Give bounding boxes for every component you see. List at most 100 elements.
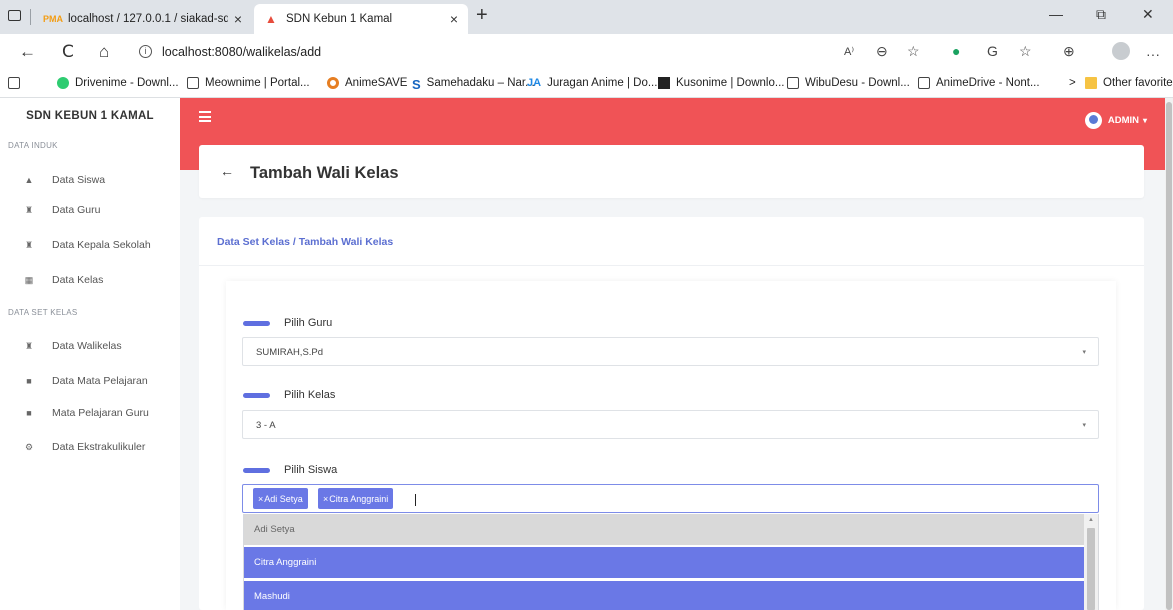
browser-tabbar: PMA localhost / 127.0.0.1 / siakad-sd × … [0,0,1173,34]
window-close-icon[interactable]: ✕ [1142,6,1154,23]
sidebar-item-data-siswa[interactable]: ▲ Data Siswa [22,174,106,186]
s-icon: S [412,77,421,92]
label-pill [243,467,270,473]
book-icon: ■ [26,376,32,386]
bookmark-item[interactable]: Kusonime | Downlo... [658,77,784,89]
sidebar-item-label: Data Kepala Sekolah [52,239,151,251]
tab-title: localhost / 127.0.0.1 / siakad-sd [68,13,228,25]
brand-title[interactable]: SDN KEBUN 1 KAMAL [0,110,180,122]
new-tab-icon[interactable]: + [476,4,488,27]
back-icon[interactable]: ← [19,43,36,61]
bookmark-item[interactable]: S Samehadaku – Nar... [412,77,535,92]
bookmark-label: Kusonime | Downlo... [676,77,785,89]
collections-icon[interactable]: ⊕ [1063,43,1075,60]
bookmark-item[interactable]: WibuDesu - Downl... [787,77,910,89]
zoom-icon[interactable]: ⊖ [876,43,888,60]
bookmarks-bar: Drivenime - Downl... Meownime | Portal..… [0,70,1173,98]
page-scrollbar[interactable] [1165,98,1173,610]
avatar [1084,112,1102,129]
restore-icon[interactable]: ⧉ [1096,6,1106,23]
url-field[interactable]: localhost:8080/walikelas/add [162,45,321,59]
sidebar: SDN KEBUN 1 KAMAL DATA INDUK ▲ Data Sisw… [0,98,180,610]
sidebar-item-data-mata-pelajaran[interactable]: ■ Data Mata Pelajaran [22,375,147,387]
pma-icon: PMA [43,14,63,24]
label-pill [243,320,270,326]
menu-icon[interactable]: ··· [1146,46,1160,62]
home-icon[interactable]: ⌂ [99,43,109,61]
label-pill [243,392,270,398]
guru-select[interactable]: SUMIRAH,S.Pd ▾ [242,337,1099,366]
minimize-icon[interactable]: — [1049,6,1063,22]
info-icon[interactable]: i [139,45,152,58]
teacher-icon: ♜ [24,340,34,351]
dropdown-scrollbar[interactable]: ▲ [1084,514,1098,610]
chip-label: Citra Anggraini [329,494,389,504]
favorites-icon[interactable]: ☆ [1019,43,1032,60]
scroll-up-icon[interactable]: ▲ [1088,517,1094,523]
section-title-data-set-kelas: DATA SET KELAS [8,308,78,317]
kelas-label-text: Pilih Kelas [284,389,336,401]
page-header: ← Tambah Wali Kelas [199,145,1144,198]
breadcrumb[interactable]: Data Set Kelas / Tambah Wali Kelas [217,236,393,248]
bookmark-item[interactable]: AnimeSAVE [327,77,407,89]
bookmark-item[interactable]: AnimeDrive - Nont... [918,77,1040,89]
sidebar-item-data-kepala-sekolah[interactable]: ♜ Data Kepala Sekolah [22,239,151,251]
page-scrollbar-thumb[interactable] [1166,102,1172,610]
remove-chip-icon[interactable]: × [258,494,263,504]
sidebar-item-label: Data Walikelas [52,340,122,352]
bookmarks-overflow-icon[interactable]: > [1069,77,1076,89]
selected-chip[interactable]: ×Citra Anggraini [318,488,394,509]
hamburger-menu-icon[interactable] [199,111,211,125]
list-item[interactable]: Citra Anggraini [244,547,1085,578]
chevron-down-icon: ▾ [1082,349,1086,356]
grammarly-icon[interactable]: ● [952,43,960,59]
window-menu-icon[interactable] [8,10,21,21]
text-cursor [415,494,416,506]
sidebar-item-label: Data Siswa [52,174,106,186]
selected-chip[interactable]: ×Adi Setya [253,488,308,509]
back-arrow-icon[interactable]: ← [220,163,234,179]
extensions-icon[interactable]: G [987,43,998,59]
bookmark-label: Meownime | Portal... [205,77,310,89]
sidebar-item-data-guru[interactable]: ♜ Data Guru [22,204,101,216]
close-icon[interactable]: × [450,11,458,27]
bookmark-item[interactable]: JA Juragan Anime | Do... [527,77,657,89]
building-icon: ▦ [24,274,34,285]
bookmarks-page-icon[interactable] [8,77,26,89]
tab-phpmyadmin[interactable]: PMA localhost / 127.0.0.1 / siakad-sd × [36,4,252,34]
teacher-icon: ♜ [24,239,34,250]
scrollbar-thumb[interactable] [1087,528,1095,610]
dark-icon [658,77,670,89]
bookmark-item[interactable]: Meownime | Portal... [187,77,310,89]
book-icon: ■ [26,408,32,418]
close-icon[interactable]: × [234,11,242,27]
siswa-options-dropdown[interactable]: Adi Setya Citra Anggraini Mashudi ▲ [243,514,1099,610]
tab-sdn-kebun[interactable]: ▲ SDN Kebun 1 Kamal × [254,4,468,34]
reload-icon[interactable]: C [62,43,74,61]
sidebar-item-data-ekstrakulikuler[interactable]: ⚙ Data Ekstrakulikuler [22,441,145,453]
other-favorites-label: Other favorites [1103,77,1173,89]
kelas-select[interactable]: 3 - A ▾ [242,410,1099,439]
ring-icon [327,77,339,89]
user-menu[interactable]: ADMIN ▾ [1084,112,1147,129]
list-item[interactable]: Adi Setya [244,514,1085,545]
user-name: ADMIN [1107,115,1139,126]
sidebar-item-label: Data Ekstrakulikuler [52,441,146,453]
list-item[interactable]: Mashudi [244,581,1085,610]
tab-title: SDN Kebun 1 Kamal [286,13,393,25]
add-favorite-icon[interactable]: ☆ [907,43,920,60]
bookmark-item[interactable]: Drivenime - Downl... [57,77,179,89]
bookmark-label: Samehadaku – Nar... [426,77,535,89]
other-favorites[interactable]: Other favorites [1085,77,1173,89]
page-title: Tambah Wali Kelas [250,164,399,182]
flame-icon: ▲ [265,12,277,26]
sidebar-item-data-kelas[interactable]: ▦ Data Kelas [22,274,104,286]
remove-chip-icon[interactable]: × [323,494,328,504]
siswa-multiselect[interactable]: ×Adi Setya ×Citra Anggraini [242,484,1099,513]
page-icon [918,77,930,89]
sidebar-item-mata-pelajaran-guru[interactable]: ■ Mata Pelajaran Guru [22,407,149,419]
sidebar-item-label: Data Guru [52,204,101,216]
profile-avatar[interactable] [1112,42,1130,60]
sidebar-item-data-walikelas[interactable]: ♜ Data Walikelas [22,340,122,352]
read-aloud-icon[interactable]: A⁾ [844,45,854,58]
